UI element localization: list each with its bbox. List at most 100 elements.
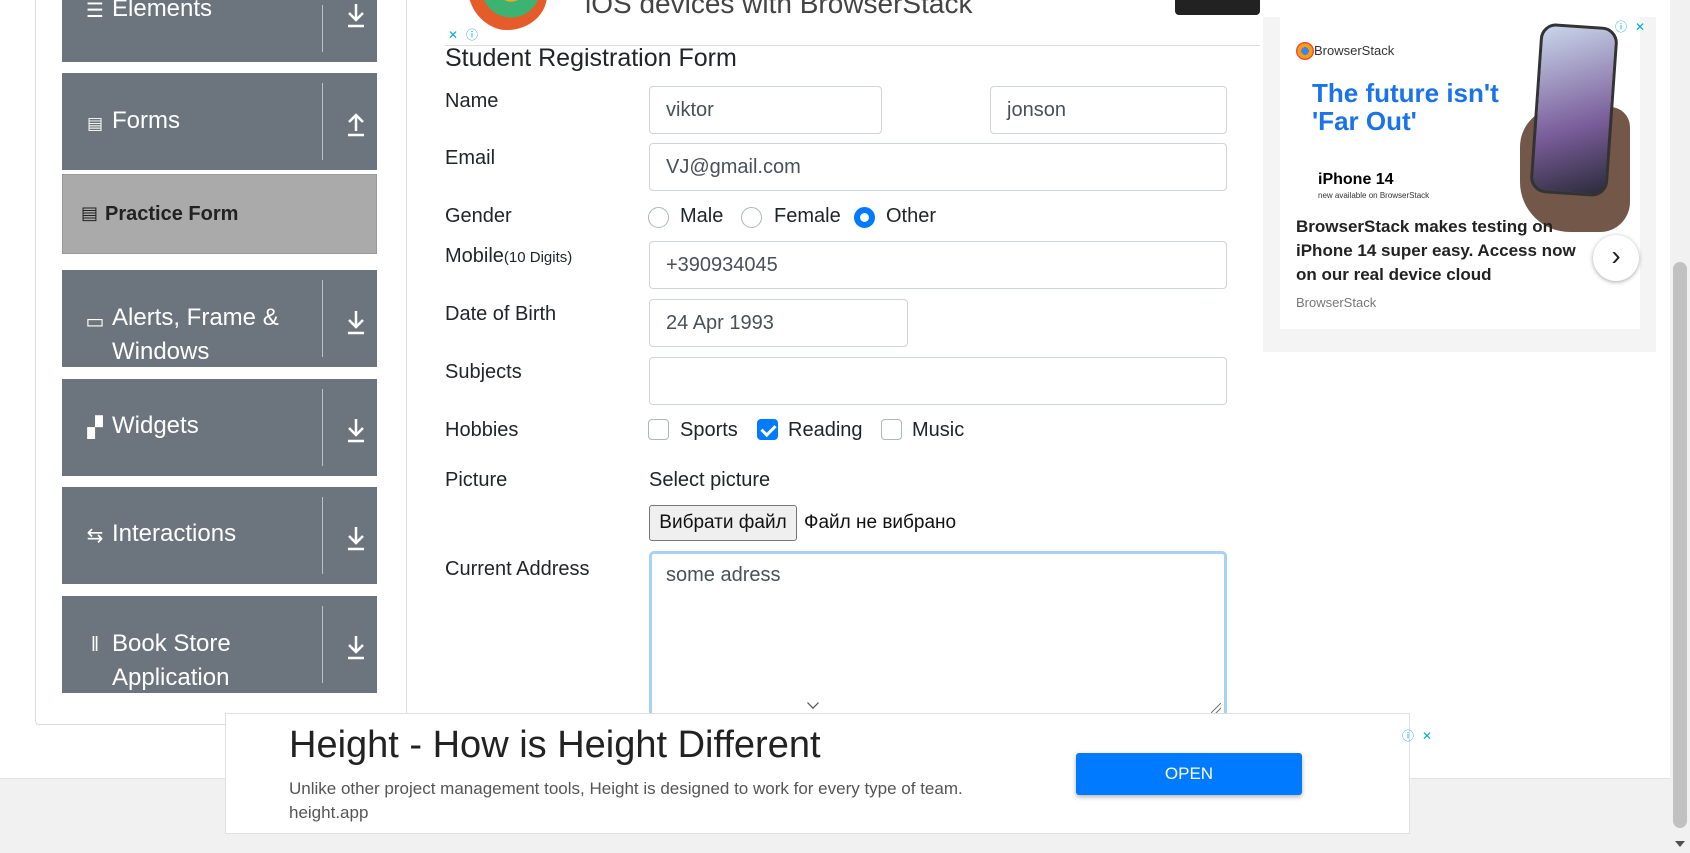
sidebar-group-title: Widgets [112, 412, 199, 439]
sidebar-divider [322, 83, 323, 160]
window-icon: ▭ [85, 311, 105, 333]
arrow-down-icon [348, 4, 364, 28]
dob-input[interactable]: 24 Apr 1993 [649, 299, 908, 347]
form-icon: ▤ [81, 203, 99, 223]
subjects-label: Subjects [445, 361, 522, 383]
form-title: Student Registration Form [445, 44, 737, 72]
sidebar-item-label: Practice Form [105, 203, 239, 225]
ad-cta-button[interactable] [1175, 0, 1260, 15]
first-name-input[interactable]: viktor [649, 86, 882, 134]
ad-product-sub: new available on BrowserStack [1318, 191, 1430, 200]
sidebar-group-widgets[interactable]: ▞ Widgets [62, 379, 377, 476]
hobbies-label: Hobbies [445, 419, 519, 441]
sidebar-group-elements[interactable]: ☰ Elements [62, 0, 377, 62]
ad-controls: ⓘ ✕ [1400, 728, 1435, 744]
ad-text: iOS devices with BrowserStack [585, 0, 973, 19]
sidebar-group-alerts[interactable]: ▭ Alerts, Frame & Windows [62, 270, 377, 367]
hobby-music-checkbox[interactable] [881, 419, 902, 440]
picture-label: Picture [445, 469, 508, 491]
sidebar-divider [322, 280, 323, 357]
ad-product: iPhone 14 [1318, 171, 1394, 188]
sidebar-group-title: Alerts, Frame & Windows [112, 304, 279, 365]
sidebar-group-book-store[interactable]: ‖ Book Store Application [62, 596, 377, 693]
info-icon[interactable]: ⓘ [1613, 19, 1629, 35]
subjects-input[interactable] [649, 357, 1227, 405]
info-icon[interactable]: ⓘ [464, 27, 480, 43]
scroll-down-arrow-icon[interactable] [1675, 841, 1685, 847]
close-icon[interactable]: ✕ [1419, 728, 1435, 744]
sidebar-divider [322, 5, 323, 52]
ad-headline: The future isn't 'Far Out' [1312, 78, 1499, 136]
arrow-down-icon [348, 636, 364, 660]
sidebar-group-title: Forms [112, 107, 180, 134]
vertical-scrollbar[interactable] [1670, 0, 1690, 853]
mobile-label: Mobile(10 Digits) [445, 245, 572, 268]
close-icon[interactable]: ✕ [445, 27, 461, 43]
sidebar-item-practice-form[interactable]: ▤ Practice Form [62, 174, 377, 254]
gender-other-radio[interactable] [854, 207, 875, 228]
ad-controls: ✕ ⓘ [445, 27, 480, 43]
ad-headline: Height - How is Height Different [289, 724, 821, 766]
ad-description: Unlike other project management tools, H… [289, 779, 963, 822]
address-label: Current Address [445, 558, 590, 580]
info-icon[interactable]: ⓘ [1400, 728, 1416, 744]
hobby-sports-checkbox[interactable] [648, 419, 669, 440]
arrow-up-icon [348, 113, 364, 137]
top-banner-ad[interactable]: iOS devices with BrowserStack [445, 0, 1260, 46]
hobby-label[interactable]: Reading [788, 419, 863, 442]
choose-file-button[interactable]: Вибрати файл [649, 505, 797, 541]
arrow-down-icon [348, 527, 364, 551]
sidebar-divider [322, 389, 323, 466]
current-address-textarea[interactable]: some adress [649, 551, 1227, 719]
sidebar-divider [322, 606, 323, 683]
gender-option-label[interactable]: Male [680, 205, 723, 228]
ad-body: BrowserStack makes testing on iPhone 14 … [1296, 217, 1576, 284]
ad-card: BrowserStack The future isn't 'Far Out' … [1280, 17, 1640, 329]
books-icon: ‖ [90, 634, 100, 656]
scrollbar-thumb[interactable] [1673, 262, 1687, 828]
address-value: some adress [666, 564, 781, 586]
bottom-ad[interactable]: Height - How is Height Different Unlike … [225, 713, 1410, 834]
widgets-icon: ▞ [87, 417, 103, 439]
gender-option-label[interactable]: Female [774, 205, 841, 228]
phone-image [1529, 22, 1619, 198]
hobby-reading-checkbox[interactable] [757, 419, 778, 440]
sidebar-divider [322, 497, 323, 574]
mobile-label-text: Mobile [445, 245, 504, 267]
sidebar-group-title: Interactions [112, 520, 237, 547]
mobile-hint: (10 Digits) [503, 249, 573, 266]
hobby-label[interactable]: Sports [680, 419, 738, 442]
form-icon: ▤ [86, 114, 104, 133]
gender-male-radio[interactable] [648, 207, 669, 228]
sidebar-group-interactions[interactable]: ⇆ Interactions [62, 487, 377, 584]
ad-controls: ⓘ ✕ [1613, 19, 1648, 35]
ad-logo [467, 0, 547, 30]
hobby-label[interactable]: Music [912, 419, 964, 442]
ad-brand: BrowserStack [1314, 43, 1395, 58]
browserstack-logo-icon [1296, 42, 1314, 60]
hamburger-icon: ☰ [86, 0, 104, 22]
interactions-icon: ⇆ [86, 525, 104, 547]
email-label: Email [445, 147, 496, 169]
ad-open-button[interactable]: OPEN [1076, 753, 1302, 795]
name-label: Name [445, 90, 499, 112]
gender-label: Gender [445, 205, 512, 227]
email-input[interactable]: VJ@gmail.com [649, 143, 1227, 191]
arrow-down-icon [348, 419, 364, 443]
gender-female-radio[interactable] [741, 207, 762, 228]
ad-source: BrowserStack [1296, 295, 1377, 310]
sidebar-group-title: Elements [112, 0, 213, 22]
mobile-input[interactable]: +390934045 [649, 241, 1227, 289]
last-name-input[interactable]: jonson [990, 86, 1227, 134]
close-icon[interactable]: ✕ [1632, 19, 1648, 35]
select-picture-label: Select picture [649, 469, 771, 491]
arrow-down-icon [348, 311, 364, 335]
right-ad[interactable]: BrowserStack The future isn't 'Far Out' … [1263, 17, 1656, 352]
file-status: Файл не вибрано [804, 512, 957, 533]
next-arrow-icon[interactable]: › [1593, 235, 1639, 281]
sidebar-group-forms[interactable]: ▤ Forms [62, 73, 377, 170]
sidebar-group-title: Book Store Application [112, 630, 231, 691]
resize-handle-icon[interactable] [1211, 703, 1221, 713]
gender-option-label[interactable]: Other [886, 205, 936, 228]
dob-label: Date of Birth [445, 303, 557, 325]
